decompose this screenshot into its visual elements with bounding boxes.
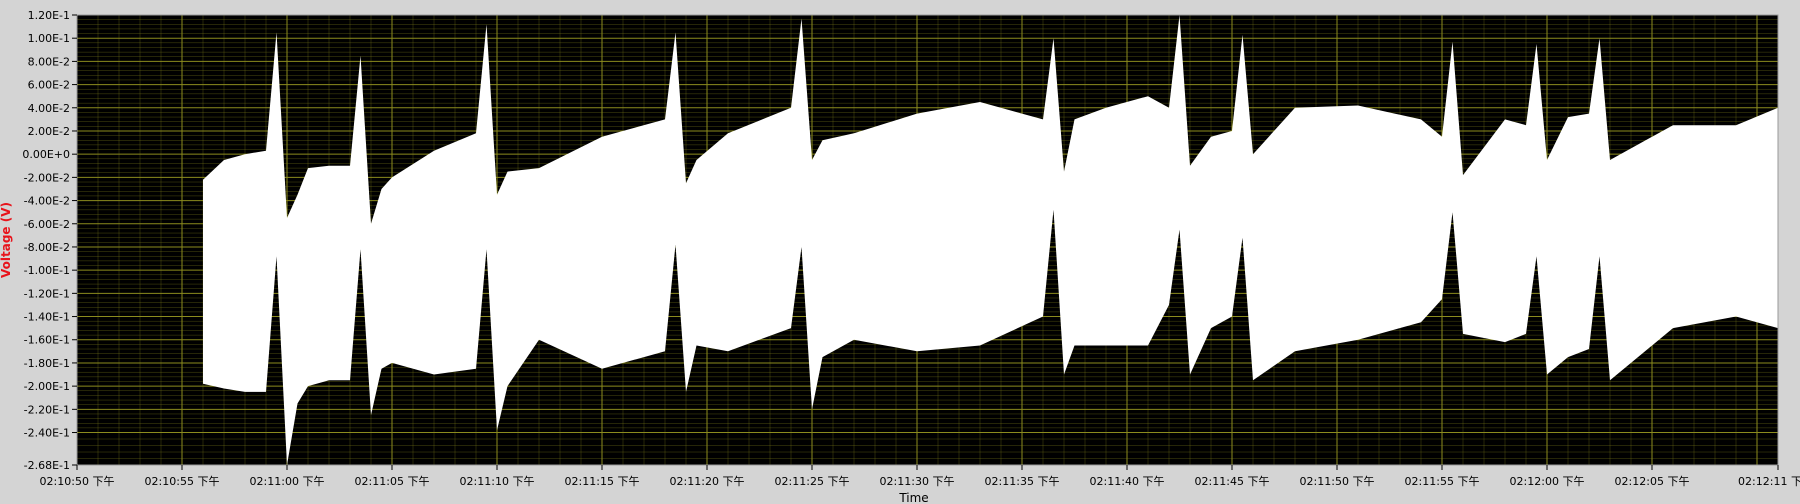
y-tick-label: -1.00E-1 — [24, 264, 70, 277]
y-tick-label: 0.00E+0 — [22, 148, 70, 161]
y-tick-label: -2.20E-1 — [24, 403, 70, 416]
x-tick-label: 02:11:25 下午 — [775, 475, 850, 488]
x-tick-label: 02:11:50 下午 — [1300, 475, 1375, 488]
y-tick-label: -2.40E-1 — [24, 427, 70, 440]
y-tick-label: 1.00E-1 — [28, 32, 70, 45]
y-tick-label: -2.00E-1 — [24, 380, 70, 393]
x-tick-label: 02:12:05 下午 — [1615, 475, 1690, 488]
x-tick-label: 02:10:50 下午 — [40, 475, 115, 488]
x-tick-label: 02:11:15 下午 — [565, 475, 640, 488]
x-tick-label: 02:11:30 下午 — [880, 475, 955, 488]
y-tick-label: 2.00E-2 — [28, 125, 70, 138]
x-tick-label: 02:11:35 下午 — [985, 475, 1060, 488]
x-tick-label: 02:11:45 下午 — [1195, 475, 1270, 488]
y-tick-label: -1.40E-1 — [24, 311, 70, 324]
y-tick-label: -2.00E-2 — [24, 171, 70, 184]
y-tick-label: -8.00E-2 — [24, 241, 70, 254]
x-tick-label: 02:11:40 下午 — [1090, 475, 1165, 488]
y-axis-label: Voltage (V) — [0, 202, 13, 278]
y-tick-label: 6.00E-2 — [28, 79, 70, 92]
x-tick-label: 02:11:00 下午 — [250, 475, 325, 488]
x-tick-label: 02:12:00 下午 — [1510, 475, 1585, 488]
y-tick-label: -1.80E-1 — [24, 357, 70, 370]
x-tick-label: 02:10:55 下午 — [145, 475, 220, 488]
y-tick-label: -1.60E-1 — [24, 334, 70, 347]
y-tick-label: -6.00E-2 — [24, 218, 70, 231]
x-tick-label: 02:11:05 下午 — [355, 475, 430, 488]
x-axis-label: Time — [898, 491, 928, 504]
y-tick-label: -1.20E-1 — [24, 287, 70, 300]
voltage-time-chart: 1.20E-1 1.00E-1 8.00E-2 6.00E-2 4.00E-2 2.00E… — [0, 0, 1800, 504]
x-tick-label: 02:11:20 下午 — [670, 475, 745, 488]
y-axis-ticks: 1.20E-1 1.00E-1 8.00E-2 6.00E-2 4.00E-2 2.00E… — [22, 9, 77, 472]
x-tick-label: 02:12:11 下 — [1738, 475, 1800, 488]
y-tick-label: 4.00E-2 — [28, 102, 70, 115]
y-tick-label: -4.00E-2 — [24, 195, 70, 208]
y-tick-label: -2.68E-1 — [24, 459, 70, 472]
chart-window: 1.20E-1 1.00E-1 8.00E-2 6.00E-2 4.00E-2 2.00E… — [0, 0, 1800, 504]
y-tick-label: 8.00E-2 — [28, 55, 70, 68]
x-tick-label: 02:11:10 下午 — [460, 475, 535, 488]
x-tick-label: 02:11:55 下午 — [1405, 475, 1480, 488]
y-tick-label: 1.20E-1 — [28, 9, 70, 22]
